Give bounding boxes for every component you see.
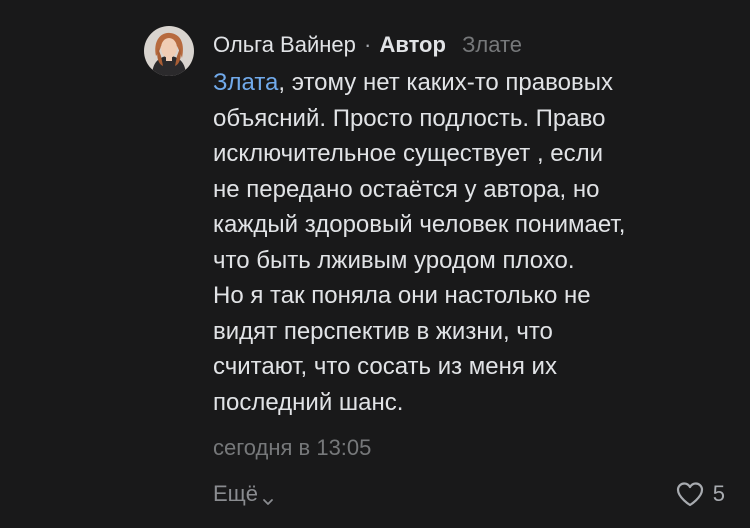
more-button[interactable]: Ещё <box>213 479 275 509</box>
heart-icon <box>675 481 705 507</box>
reply-to-link[interactable]: Злате <box>462 32 522 57</box>
like-button[interactable]: 5 <box>675 479 725 509</box>
author-avatar[interactable] <box>144 26 194 76</box>
comment-text-line: каждый здоровый человек понимает, <box>213 211 626 238</box>
comment-timestamp[interactable]: сегодня в 13:05 <box>213 433 371 463</box>
avatar-photo <box>144 26 194 76</box>
more-label: Ещё <box>213 481 259 506</box>
comment-text-line: Но я так поняла они настолько не <box>213 282 591 309</box>
comment-text-line: что быть лживым уродом плохо. <box>213 246 575 274</box>
author-name[interactable]: Ольга Вайнер <box>213 32 356 57</box>
comment-text-line: Злата, этому нет каких-то правовых <box>213 65 733 101</box>
mention-link[interactable]: Злата <box>213 69 278 96</box>
author-separator: · <box>364 32 372 57</box>
comment-body: Ольга Вайнер · Автор Злате Злата, этому … <box>213 30 733 420</box>
comment-text-fragment: , этому нет каких-то правовых <box>278 69 613 96</box>
author-badge: Автор <box>379 32 446 57</box>
comment-text-line: объясний. Просто подлость. Право <box>213 104 606 132</box>
comment: Ольга Вайнер · Автор Злате Злата, этому … <box>0 0 750 528</box>
comment-text-line: видят перспектив в жизни, что <box>213 317 553 345</box>
likes-count: 5 <box>712 481 725 506</box>
comment-text: Злата, этому нет каких-то правовых объяс… <box>213 65 733 420</box>
comment-text-line: не передано остаётся у автора, но <box>213 175 600 203</box>
chevron-down-icon <box>261 487 275 505</box>
comment-text-line: последний шанс. <box>213 388 404 416</box>
comment-text-line: исключительное существует , если <box>213 140 604 167</box>
comment-header: Ольга Вайнер · Автор Злате <box>213 30 733 60</box>
comment-text-line: считают, что сосать из меня их <box>213 353 557 380</box>
